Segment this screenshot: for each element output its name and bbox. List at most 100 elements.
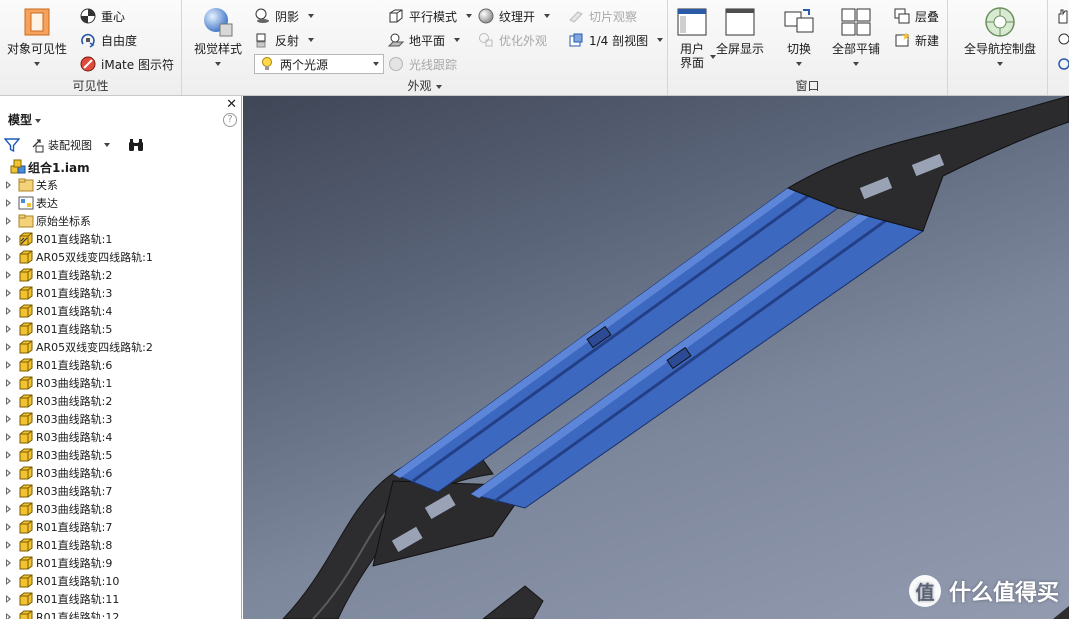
help-icon[interactable]: ? bbox=[223, 113, 237, 127]
tree-item[interactable]: R01直线路轨:3 bbox=[0, 284, 240, 302]
ray-tracing-button[interactable]: 光线跟踪 bbox=[388, 54, 457, 74]
chevron-down-icon[interactable] bbox=[997, 61, 1003, 66]
binoculars-icon[interactable] bbox=[127, 137, 145, 153]
expand-arrow-icon[interactable] bbox=[4, 558, 14, 568]
slice-graphics-button[interactable]: 切片观察 bbox=[568, 6, 637, 26]
new-window-button[interactable]: 新建 bbox=[894, 30, 939, 50]
tree-item[interactable]: 关系 bbox=[0, 176, 240, 194]
visual-style-button[interactable]: 视觉样式 bbox=[188, 6, 248, 70]
full-navigation-wheel-button[interactable]: 全导航控制盘 bbox=[954, 6, 1046, 70]
tree-item[interactable]: R01直线路轨:10 bbox=[0, 572, 240, 590]
expand-arrow-icon[interactable] bbox=[4, 252, 14, 262]
chevron-down-icon[interactable] bbox=[34, 61, 40, 66]
zoom-icon[interactable] bbox=[1056, 32, 1069, 48]
quarter-section-button[interactable]: 1/4 剖视图 bbox=[568, 30, 664, 50]
expand-arrow-icon[interactable] bbox=[4, 432, 14, 442]
tree-item[interactable]: AR05双线变四线路轨:1 bbox=[0, 248, 240, 266]
expand-arrow-icon[interactable] bbox=[4, 414, 14, 424]
expand-arrow-icon[interactable] bbox=[4, 486, 14, 496]
tree-item[interactable]: AR05双线变四线路轨:2 bbox=[0, 338, 240, 356]
expand-arrow-icon[interactable] bbox=[4, 450, 14, 460]
lighting-style-value: 两个光源 bbox=[280, 57, 329, 72]
full-screen-button[interactable]: 全屏显示 bbox=[712, 6, 768, 56]
chevron-down-icon[interactable] bbox=[796, 61, 802, 66]
ortho-mode-button[interactable]: 平行模式 bbox=[388, 6, 473, 26]
chevron-down-icon[interactable] bbox=[454, 38, 461, 42]
tree-item[interactable]: R03曲线路轨:3 bbox=[0, 410, 240, 428]
expand-arrow-icon[interactable] bbox=[4, 306, 14, 316]
chevron-down-icon[interactable] bbox=[308, 38, 315, 42]
expand-arrow-icon[interactable] bbox=[4, 612, 14, 619]
expand-arrow-icon[interactable] bbox=[4, 522, 14, 532]
tree-item-label: R01直线路轨:3 bbox=[36, 287, 113, 300]
tree-item[interactable]: 原始坐标系 bbox=[0, 212, 240, 230]
optimize-appearance-button[interactable]: 优化外观 bbox=[478, 30, 547, 50]
textures-button[interactable]: 纹理开 bbox=[478, 6, 551, 26]
tree-item[interactable]: R01直线路轨:5 bbox=[0, 320, 240, 338]
expand-arrow-icon[interactable] bbox=[4, 342, 14, 352]
chevron-down-icon[interactable] bbox=[657, 38, 664, 42]
imate-glyphs-button[interactable]: iMate 图示符 bbox=[80, 54, 174, 74]
center-of-gravity-button[interactable]: 重心 bbox=[80, 6, 125, 26]
lighting-style-dropdown[interactable]: 两个光源 bbox=[254, 54, 384, 74]
reflections-button[interactable]: 反射 bbox=[254, 30, 315, 50]
chevron-down-icon[interactable] bbox=[853, 61, 859, 66]
assembly-view-dropdown[interactable]: 装配视图 bbox=[48, 137, 110, 153]
switch-window-button[interactable]: 切换 bbox=[776, 6, 822, 70]
expand-arrow-icon[interactable] bbox=[4, 396, 14, 406]
appearance-panel-label[interactable]: 外观 bbox=[182, 77, 667, 93]
degrees-of-freedom-button[interactable]: 自由度 bbox=[80, 30, 137, 50]
expand-arrow-icon[interactable] bbox=[4, 504, 14, 514]
shadows-button[interactable]: 阴影 bbox=[254, 6, 315, 26]
expand-arrow-icon[interactable] bbox=[4, 198, 14, 208]
object-visibility-button[interactable]: 对象可见性 bbox=[4, 6, 70, 70]
close-icon[interactable]: ✕ bbox=[226, 97, 237, 112]
tree-item[interactable]: R01直线路轨:11 bbox=[0, 590, 240, 608]
tree-item[interactable]: R01直线路轨:4 bbox=[0, 302, 240, 320]
part-icon bbox=[19, 610, 33, 619]
expand-arrow-icon[interactable] bbox=[4, 288, 14, 298]
orbit-icon[interactable] bbox=[1056, 56, 1069, 72]
tree-item[interactable]: R03曲线路轨:4 bbox=[0, 428, 240, 446]
pan-hand-icon[interactable] bbox=[1056, 8, 1069, 24]
expand-arrow-icon[interactable] bbox=[4, 216, 14, 226]
assembly-root[interactable]: 组合1.iam bbox=[0, 158, 240, 176]
expand-arrow-icon[interactable] bbox=[4, 594, 14, 604]
chevron-down-icon[interactable] bbox=[308, 14, 315, 18]
appearance-panel-title: 外观 bbox=[407, 79, 432, 93]
chevron-down-icon[interactable] bbox=[544, 14, 551, 18]
ground-plane-button[interactable]: 地平面 bbox=[388, 30, 461, 50]
tree-item[interactable]: R01直线路轨:12 bbox=[0, 608, 240, 619]
expand-arrow-icon[interactable] bbox=[4, 378, 14, 388]
expand-arrow-icon[interactable] bbox=[4, 324, 14, 334]
expand-arrow-icon[interactable] bbox=[4, 360, 14, 370]
tree-item[interactable]: R01直线路轨:6 bbox=[0, 356, 240, 374]
tree-item[interactable]: R01直线路轨:9 bbox=[0, 554, 240, 572]
tree-item[interactable]: R01直线路轨:7 bbox=[0, 518, 240, 536]
tree-item[interactable]: R03曲线路轨:8 bbox=[0, 500, 240, 518]
graphics-viewport[interactable]: 值 什么值得买 bbox=[243, 96, 1069, 619]
expand-arrow-icon[interactable] bbox=[4, 234, 14, 244]
expand-arrow-icon[interactable] bbox=[4, 270, 14, 280]
user-interface-button[interactable]: 用户界面 bbox=[674, 6, 710, 70]
tree-item[interactable]: R03曲线路轨:7 bbox=[0, 482, 240, 500]
tree-item[interactable]: R03曲线路轨:1 bbox=[0, 374, 240, 392]
tree-item[interactable]: R01直线路轨:2 bbox=[0, 266, 240, 284]
chevron-down-icon[interactable] bbox=[466, 14, 473, 18]
browser-title[interactable]: 模型 bbox=[8, 111, 42, 128]
expand-arrow-icon[interactable] bbox=[4, 180, 14, 190]
expand-arrow-icon[interactable] bbox=[4, 468, 14, 478]
tree-item[interactable]: R03曲线路轨:5 bbox=[0, 446, 240, 464]
chevron-down-icon[interactable] bbox=[215, 61, 221, 66]
tree-item[interactable]: R01直线路轨:8 bbox=[0, 536, 240, 554]
arrange-all-button[interactable]: 全部平铺 bbox=[828, 6, 884, 70]
expand-arrow-icon[interactable] bbox=[4, 540, 14, 550]
expand-arrow-icon[interactable] bbox=[4, 576, 14, 586]
tree-item[interactable]: R01直线路轨:1 bbox=[0, 230, 240, 248]
tree-item[interactable]: R03曲线路轨:6 bbox=[0, 464, 240, 482]
filter-icon[interactable] bbox=[4, 137, 20, 153]
tree-item[interactable]: 表达 bbox=[0, 194, 240, 212]
tree-item[interactable]: R03曲线路轨:2 bbox=[0, 392, 240, 410]
cascade-button[interactable]: 层叠 bbox=[894, 6, 939, 26]
part-icon bbox=[19, 592, 33, 606]
